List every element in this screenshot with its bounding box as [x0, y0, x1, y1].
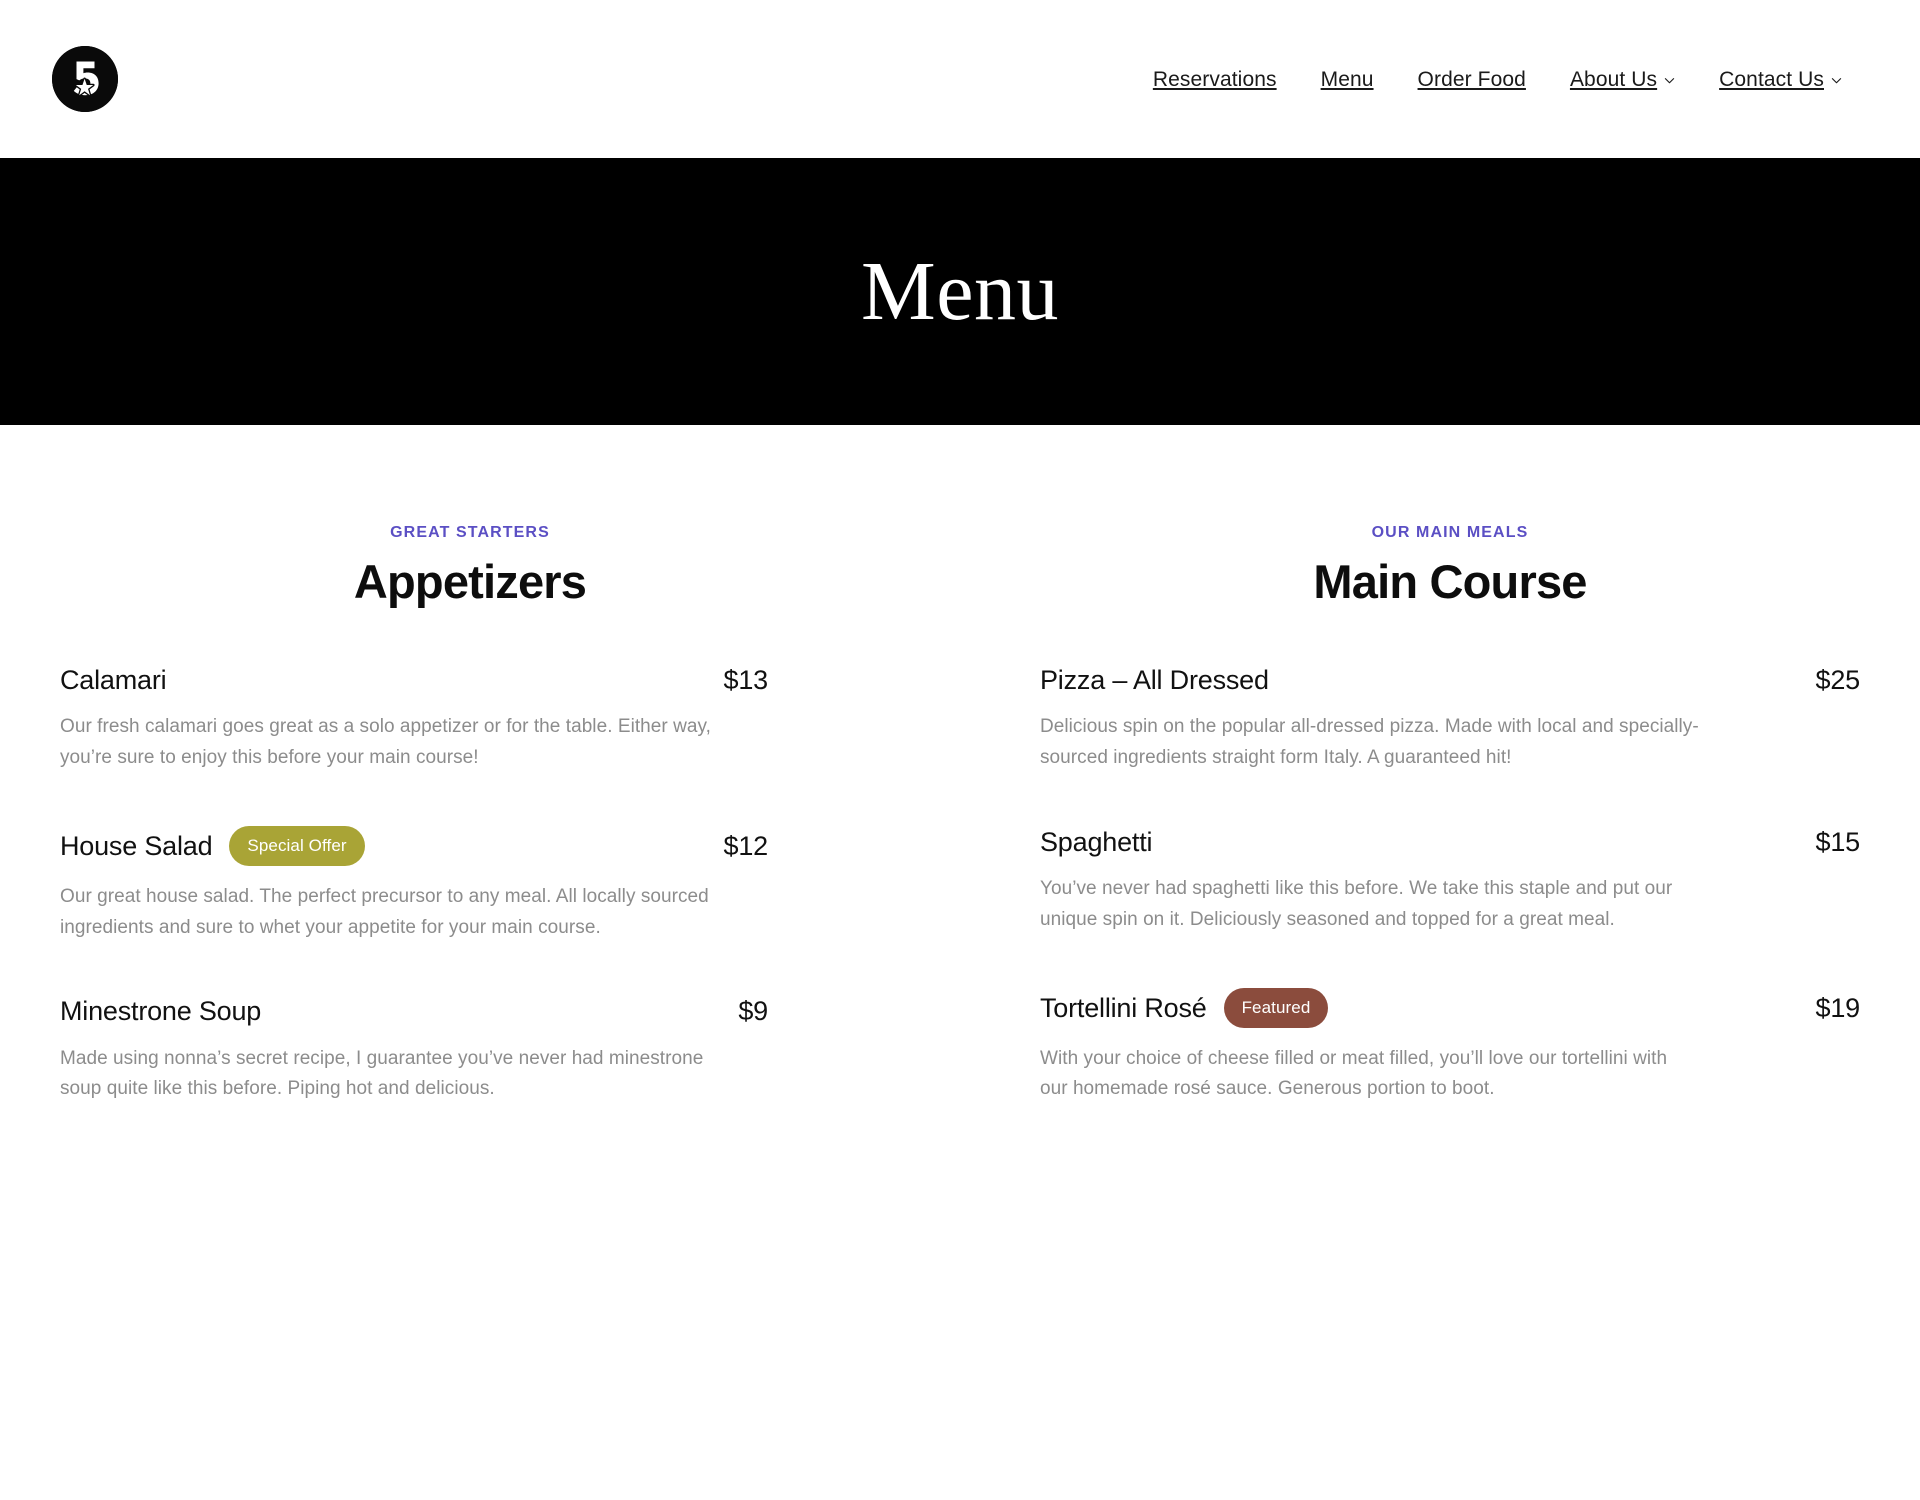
main-navigation: Reservations Menu Order Food About Us Co… [1153, 63, 1842, 96]
menu-section-appetizers: GREAT STARTERS Appetizers Calamari $13 O… [60, 523, 880, 1105]
nav-item-menu[interactable]: Menu [1321, 63, 1374, 96]
five-star-logo-icon [52, 46, 118, 112]
menu-content: GREAT STARTERS Appetizers Calamari $13 O… [0, 425, 1920, 1105]
chevron-down-icon [1664, 75, 1675, 86]
menu-item-name-group: Calamari [60, 664, 167, 696]
menu-item: Pizza – All Dressed $25 Delicious spin o… [1040, 664, 1860, 774]
menu-item-price: $25 [1815, 664, 1861, 695]
site-header: Reservations Menu Order Food About Us Co… [0, 0, 1920, 158]
nav-label: About Us [1569, 67, 1658, 91]
nav-item-reservations[interactable]: Reservations [1153, 63, 1277, 96]
menu-item-name-group: Spaghetti [1040, 826, 1152, 858]
menu-item: House Salad Special Offer $12 Our great … [60, 825, 880, 944]
menu-item-name: House Salad [60, 830, 213, 861]
nav-label: Reservations [1152, 67, 1277, 91]
chevron-down-icon [1831, 75, 1842, 86]
menu-item-name: Minestrone Soup [60, 996, 262, 1027]
status-badge-featured: Featured [1223, 987, 1329, 1028]
nav-item-contact-us[interactable]: Contact Us [1719, 63, 1842, 96]
site-logo[interactable] [52, 46, 118, 112]
nav-label: Order Food [1417, 67, 1526, 91]
page-root: Reservations Menu Order Food About Us Co… [0, 0, 1920, 1500]
nav-item-about-us[interactable]: About Us [1570, 63, 1675, 96]
menu-item-description: Delicious spin on the popular all-dresse… [1040, 716, 1699, 769]
menu-item: Tortellini Rosé Featured $19 With your c… [1040, 987, 1861, 1106]
menu-item-price: $12 [723, 830, 769, 861]
section-header: GREAT STARTERS Appetizers [60, 523, 880, 608]
section-eyebrow: GREAT STARTERS [390, 524, 550, 541]
menu-item-name-group: Minestrone Soup [60, 995, 261, 1027]
nav-label: Menu [1320, 67, 1374, 91]
menu-item-header: Minestrone Soup $9 [60, 995, 880, 1027]
menu-item-name-group: House Salad Special Offer [60, 825, 365, 866]
menu-item-price: $13 [723, 664, 769, 695]
menu-item-description: Our fresh calamari goes great as a solo … [60, 716, 711, 769]
status-badge-special-offer: Special Offer [229, 825, 365, 866]
menu-item-name: Calamari [60, 664, 167, 695]
section-title: Main Course [1313, 555, 1587, 609]
menu-item-header: Tortellini Rosé Featured $19 [1040, 987, 1861, 1028]
menu-item-header: Calamari $13 [60, 664, 880, 696]
menu-item-header: House Salad Special Offer $12 [60, 825, 880, 866]
menu-section-main-course: OUR MAIN MEALS Main Course Pizza – All D… [1040, 523, 1860, 1105]
menu-item-description: Made using nonna’s secret recipe, I guar… [60, 1047, 704, 1100]
menu-item: Minestrone Soup $9 Made using nonna’s se… [60, 995, 880, 1105]
menu-item: Calamari $13 Our fresh calamari goes gre… [60, 664, 880, 774]
section-eyebrow: OUR MAIN MEALS [1371, 524, 1529, 541]
menu-item-header: Pizza – All Dressed $25 [1040, 664, 1860, 696]
nav-label: Contact Us [1719, 67, 1824, 91]
menu-item-name: Pizza – All Dressed [1040, 664, 1269, 695]
menu-item-description: Our great house salad. The perfect precu… [60, 885, 709, 938]
menu-item-name: Tortellini Rosé [1040, 992, 1207, 1023]
section-header: OUR MAIN MEALS Main Course [1040, 523, 1860, 608]
menu-item-name-group: Tortellini Rosé Featured [1040, 987, 1329, 1028]
menu-item: Spaghetti $15 You’ve never had spaghetti… [1040, 826, 1860, 936]
section-title: Appetizers [353, 555, 587, 609]
nav-item-order-food[interactable]: Order Food [1418, 63, 1526, 96]
menu-item-price: $15 [1815, 826, 1861, 857]
menu-item-header: Spaghetti $15 [1040, 826, 1860, 858]
menu-item-name: Spaghetti [1040, 826, 1153, 857]
menu-item-price: $9 [738, 996, 768, 1027]
page-hero-banner: Menu [0, 158, 1920, 425]
menu-item-description: You’ve never had spaghetti like this bef… [1040, 878, 1673, 930]
page-title: Menu [861, 244, 1059, 338]
menu-item-name-group: Pizza – All Dressed [1040, 664, 1269, 696]
menu-item-price: $19 [1815, 992, 1861, 1023]
menu-item-description: With your choice of cheese filled or mea… [1040, 1047, 1668, 1100]
